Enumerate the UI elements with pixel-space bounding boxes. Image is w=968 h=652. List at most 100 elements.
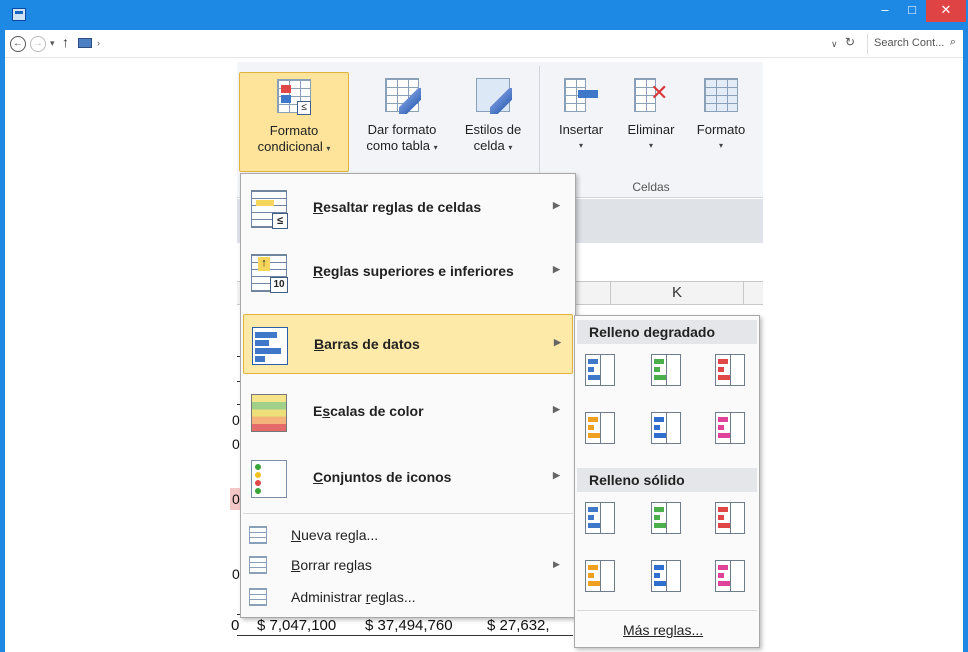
- menu-item-label-pre: E: [313, 403, 323, 419]
- totals-cell: $ 7,047,100: [257, 617, 337, 634]
- submenu-arrow-icon: ▶: [553, 404, 560, 414]
- delete-label: Eliminar: [627, 122, 675, 137]
- menu-item-label: calas de color: [330, 403, 424, 419]
- menu-divider: [243, 513, 573, 514]
- insert-cells-icon: [564, 78, 598, 114]
- solid-lightblue-data-bar-swatch[interactable]: [651, 560, 681, 592]
- submenu-arrow-icon: ▶: [553, 200, 560, 210]
- menu-item-top-bottom-rules[interactable]: ↑ 10 Reglas superiores e inferiores ▶: [243, 242, 573, 302]
- cell-styles-label-1: Estilos de: [464, 122, 522, 137]
- menu-item-label: orrar reglas: [300, 557, 372, 573]
- underline-letter: N: [291, 527, 302, 543]
- menu-item-highlight-cell-rules[interactable]: ≤ Resaltar reglas de celdas ▶: [243, 178, 573, 238]
- new-rule-icon: [249, 526, 267, 544]
- close-button[interactable]: ✕: [926, 0, 966, 22]
- menu-item-color-scales[interactable]: Escalas de color ▶: [243, 382, 573, 442]
- format-button[interactable]: Formato ▾: [686, 72, 756, 154]
- conditional-format-menu: ≤ Resaltar reglas de celdas ▶ ↑ 10 Regla…: [240, 173, 576, 618]
- submenu-divider: [577, 610, 757, 611]
- underline-letter: R: [313, 263, 324, 279]
- solid-red-data-bar-swatch[interactable]: [715, 502, 745, 534]
- menu-item-manage-rules[interactable]: Administrar reglas...: [243, 582, 573, 612]
- totals-cell: $ 37,494,760: [365, 617, 453, 634]
- up-arrow-icon[interactable]: ↑: [62, 34, 69, 50]
- conditional-format-label-1: Formato: [269, 123, 319, 138]
- gradient-blue-data-bar-swatch[interactable]: [585, 354, 615, 386]
- column-header-k[interactable]: K: [610, 281, 744, 305]
- recent-locations-chevron-icon[interactable]: ▾: [50, 38, 55, 49]
- format-cells-icon: [704, 78, 738, 114]
- gradient-purple-data-bar-swatch[interactable]: [715, 412, 745, 444]
- gradient-orange-data-bar-swatch[interactable]: [585, 412, 615, 444]
- computer-icon[interactable]: [78, 38, 92, 48]
- conditional-format-button[interactable]: ≤ Formato condicional ▾: [239, 72, 349, 172]
- back-arrow-icon[interactable]: ←: [10, 36, 26, 52]
- manage-rules-icon: [249, 588, 267, 606]
- forward-arrow-icon[interactable]: →: [30, 36, 46, 52]
- chevron-down-icon: ▾: [326, 144, 331, 153]
- solid-blue-data-bar-swatch[interactable]: [585, 502, 615, 534]
- gradient-green-data-bar-swatch[interactable]: [651, 354, 681, 386]
- search-input[interactable]: Search Cont... ⌕: [867, 34, 959, 54]
- format-as-table-label-1: Dar formato: [367, 122, 437, 137]
- cell-value-edge: 0: [232, 491, 240, 507]
- cell-value-edge: 0: [232, 412, 240, 428]
- menu-item-label: arras de datos: [324, 336, 420, 352]
- highlight-cells-rules-icon: ≤: [251, 190, 288, 229]
- conditional-format-icon: ≤: [277, 79, 311, 115]
- format-as-table-icon: [385, 78, 421, 114]
- address-dropdown-icon[interactable]: ∨: [831, 39, 838, 50]
- data-bars-icon: [252, 327, 288, 365]
- minimize-button[interactable]: –: [872, 0, 898, 22]
- title-bar: – □ ✕: [0, 0, 968, 30]
- gradient-lightblue-data-bar-swatch[interactable]: [651, 412, 681, 444]
- icon-sets-icon: [251, 460, 287, 498]
- totals-cell: 0: [231, 617, 240, 634]
- solid-orange-data-bar-swatch[interactable]: [585, 560, 615, 592]
- color-scales-icon: [251, 394, 287, 432]
- conditional-format-label-2: condicional: [257, 139, 323, 154]
- chevron-down-icon: ▾: [508, 143, 513, 152]
- more-rules-link[interactable]: Más reglas...: [623, 622, 703, 638]
- cell-styles-button[interactable]: Estilos de celda ▾: [452, 72, 534, 156]
- totals-cell: $ 27,632,: [487, 617, 550, 634]
- menu-item-new-rule[interactable]: Nueva regla...: [243, 520, 573, 550]
- insert-button[interactable]: Insertar ▾: [547, 72, 615, 154]
- top-bottom-rules-icon: ↑ 10: [251, 254, 288, 293]
- chevron-down-icon: ▾: [433, 143, 438, 152]
- delete-button[interactable]: ✕ Eliminar ▾: [617, 72, 685, 154]
- chevron-down-icon: ▾: [578, 141, 583, 150]
- menu-item-label: esaltar reglas de celdas: [323, 199, 482, 215]
- clear-rules-eraser-icon: [249, 556, 267, 574]
- menu-item-data-bars[interactable]: Barras de datos ▶: [243, 314, 573, 374]
- delete-cells-icon: ✕: [634, 78, 668, 114]
- app-icon: [12, 8, 26, 21]
- address-bar: ← → ▾ ↑ › ∨ ↻ Search Cont... ⌕: [5, 30, 963, 58]
- underline-letter: R: [313, 199, 324, 215]
- refresh-icon[interactable]: ↻: [845, 35, 855, 49]
- data-bars-submenu: Relleno degradado Relleno sólido Más reg…: [574, 315, 760, 648]
- maximize-button[interactable]: □: [898, 0, 926, 22]
- cell-value-edge: 0: [232, 566, 240, 582]
- menu-item-label-pre: Administrar: [291, 589, 366, 605]
- menu-item-label: eglas superiores e inferiores: [323, 263, 514, 279]
- cell-styles-icon: [476, 78, 512, 114]
- menu-item-icon-sets[interactable]: Conjuntos de iconos ▶: [243, 448, 573, 508]
- submenu-arrow-icon: ▶: [554, 337, 561, 347]
- insert-label: Insertar: [558, 122, 604, 137]
- search-placeholder: Search Cont...: [874, 37, 945, 49]
- gradient-red-data-bar-swatch[interactable]: [715, 354, 745, 386]
- cell-styles-label-2: celda: [473, 138, 505, 153]
- submenu-arrow-icon: ▶: [553, 470, 560, 480]
- menu-item-clear-rules[interactable]: Borrar reglas ▶: [243, 550, 573, 580]
- menu-item-label: onjuntos de iconos: [323, 469, 452, 485]
- format-as-table-button[interactable]: Dar formato como tabla ▾: [354, 72, 450, 156]
- format-as-table-label-2: como tabla: [366, 138, 430, 153]
- solid-purple-data-bar-swatch[interactable]: [715, 560, 745, 592]
- menu-item-label: ueva regla...: [301, 527, 379, 543]
- breadcrumb-separator-icon[interactable]: ›: [97, 38, 100, 48]
- solid-green-data-bar-swatch[interactable]: [651, 502, 681, 534]
- cell-value-edge: 0: [232, 436, 240, 452]
- search-icon[interactable]: ⌕: [950, 36, 956, 49]
- menu-item-label: eglas...: [370, 589, 416, 605]
